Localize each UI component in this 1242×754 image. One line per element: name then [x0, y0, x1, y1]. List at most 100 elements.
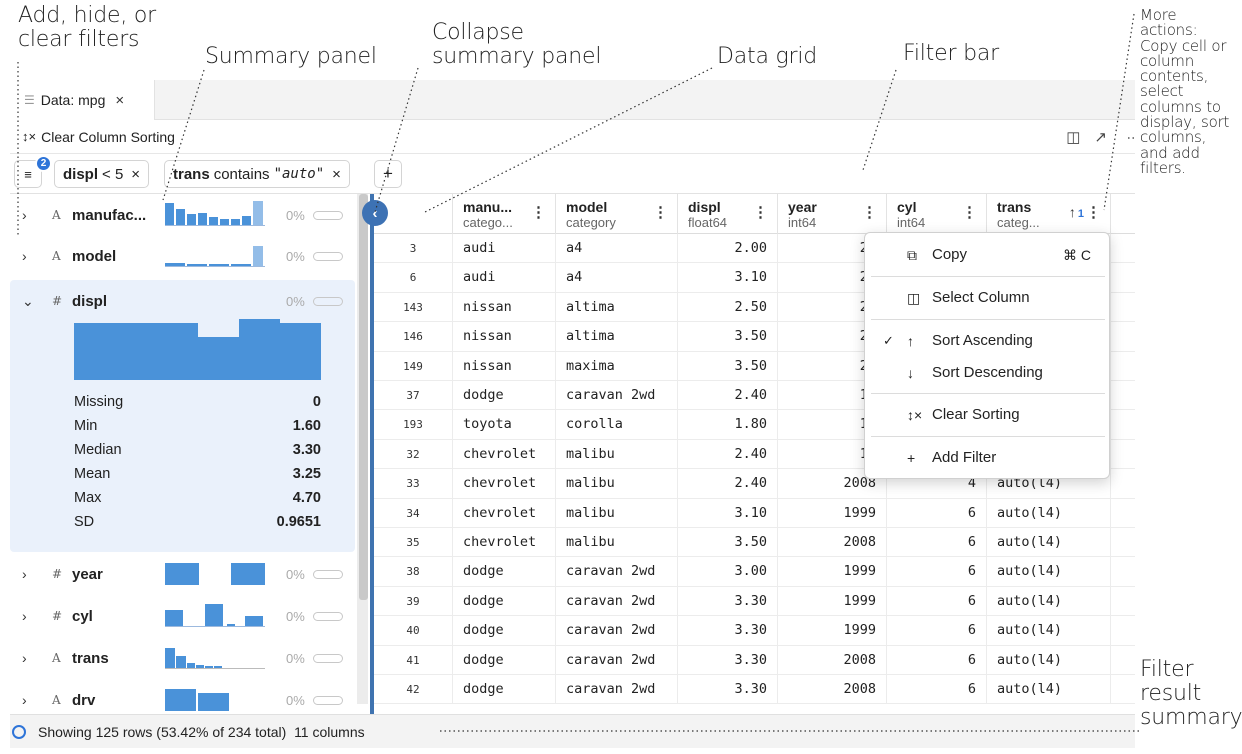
cell-displ[interactable]: 2.00 [678, 234, 778, 263]
cell-manufacturer[interactable]: dodge [453, 557, 556, 587]
cell-displ[interactable]: 3.10 [678, 498, 778, 528]
tab-data-mpg[interactable]: ☰ Data: mpg × [10, 80, 155, 120]
cell-year[interactable]: 2008 [778, 528, 887, 557]
column-menu-icon[interactable]: ⋮ [753, 203, 768, 221]
summary-scrollbar-thumb[interactable] [359, 194, 368, 600]
chevron-right-icon[interactable]: › [22, 692, 27, 708]
column-header-year[interactable]: year int64 ⋮ [778, 194, 887, 234]
cell-manufacturer[interactable]: dodge [453, 381, 556, 410]
cell-manufacturer[interactable]: chevrolet [453, 498, 556, 528]
cell-manufacturer[interactable]: audi [453, 234, 556, 263]
chevron-right-icon[interactable]: › [22, 566, 27, 582]
row-number[interactable]: 42 [374, 675, 453, 704]
collapse-summary-button[interactable]: ‹ [362, 200, 388, 226]
cell-cyl[interactable]: 6 [887, 528, 987, 557]
filter-chip-displ[interactable]: displ < 5 × [54, 160, 150, 188]
chevron-right-icon[interactable]: › [22, 650, 27, 666]
menu-item-select-column[interactable]: ◫ Select Column [865, 283, 1109, 313]
cell-model[interactable]: altima [556, 322, 678, 352]
cell-displ[interactable]: 3.30 [678, 675, 778, 704]
close-icon[interactable]: × [115, 92, 124, 109]
cell-model[interactable]: a4 [556, 234, 678, 263]
row-number[interactable]: 143 [374, 292, 453, 322]
cell-displ[interactable]: 1.80 [678, 410, 778, 440]
chevron-right-icon[interactable]: › [22, 608, 27, 624]
cell-displ[interactable]: 2.40 [678, 381, 778, 410]
cell-manufacturer[interactable]: chevrolet [453, 439, 556, 469]
row-number[interactable]: 41 [374, 645, 453, 675]
cell-model[interactable]: altima [556, 292, 678, 322]
summary-row-cyl[interactable]: › # cyl 0% [10, 597, 355, 638]
summary-row-model[interactable]: › A model 0% [10, 237, 355, 278]
column-menu-icon[interactable]: ⋮ [1086, 203, 1101, 221]
column-menu-icon[interactable]: ⋮ [653, 203, 668, 221]
table-row[interactable]: 35 chevrolet malibu 3.50 2008 6 auto(l4) [374, 528, 1135, 558]
filter-menu-button[interactable]: ≡ 2 [14, 155, 52, 188]
row-number[interactable]: 33 [374, 469, 453, 499]
cell-trans[interactable]: auto(l4) [987, 557, 1111, 587]
summary-row-trans[interactable]: › A trans 0% [10, 639, 355, 680]
cell-displ[interactable]: 3.00 [678, 557, 778, 587]
cell-year[interactable]: 1999 [778, 557, 887, 587]
cell-manufacturer[interactable]: chevrolet [453, 528, 556, 557]
cell-manufacturer[interactable]: nissan [453, 292, 556, 322]
cell-manufacturer[interactable]: dodge [453, 645, 556, 675]
row-number[interactable]: 38 [374, 557, 453, 587]
column-header-cyl[interactable]: cyl int64 ⋮ [887, 194, 987, 234]
column-header-trans[interactable]: trans categ... ↑ 1 ⋮ [987, 194, 1111, 234]
cell-model[interactable]: malibu [556, 498, 678, 528]
column-menu-icon[interactable]: ⋮ [531, 203, 546, 221]
column-menu-icon[interactable]: ⋮ [962, 203, 977, 221]
cell-model[interactable]: malibu [556, 469, 678, 499]
cell-manufacturer[interactable]: nissan [453, 351, 556, 381]
cell-model[interactable]: maxima [556, 351, 678, 381]
cell-displ[interactable]: 2.50 [678, 292, 778, 322]
cell-cyl[interactable]: 6 [887, 557, 987, 587]
cell-model[interactable]: malibu [556, 439, 678, 469]
clear-column-sorting-button[interactable]: ↕× Clear Column Sorting [22, 129, 175, 145]
table-row[interactable]: 38 dodge caravan 2wd 3.00 1999 6 auto(l4) [374, 557, 1135, 587]
cell-displ[interactable]: 2.40 [678, 469, 778, 499]
row-number[interactable]: 37 [374, 381, 453, 410]
column-menu-icon[interactable]: ⋮ [862, 203, 877, 221]
column-header-displ[interactable]: displ float64 ⋮ [678, 194, 778, 234]
summary-row-manufacturer[interactable]: › A manufac... 0% [10, 196, 355, 237]
row-number[interactable]: 39 [374, 586, 453, 616]
cell-model[interactable]: caravan 2wd [556, 616, 678, 646]
cell-manufacturer[interactable]: audi [453, 263, 556, 293]
cell-model[interactable]: caravan 2wd [556, 675, 678, 704]
column-header-model[interactable]: model category ⋮ [556, 194, 678, 234]
menu-item-add-filter[interactable]: + Add Filter [865, 443, 1109, 473]
table-row[interactable]: 40 dodge caravan 2wd 3.30 1999 6 auto(l4) [374, 616, 1135, 646]
menu-item-clear-sorting[interactable]: ↕× Clear Sorting [865, 400, 1109, 430]
row-number[interactable]: 146 [374, 322, 453, 352]
row-number[interactable]: 34 [374, 498, 453, 528]
cell-manufacturer[interactable]: dodge [453, 586, 556, 616]
table-row[interactable]: 41 dodge caravan 2wd 3.30 2008 6 auto(l4) [374, 645, 1135, 675]
cell-manufacturer[interactable]: chevrolet [453, 469, 556, 499]
remove-filter-icon[interactable]: × [131, 166, 140, 183]
cell-manufacturer[interactable]: nissan [453, 322, 556, 352]
cell-trans[interactable]: auto(l4) [987, 645, 1111, 675]
cell-trans[interactable]: auto(l4) [987, 528, 1111, 557]
popout-icon[interactable]: ↗ [1094, 128, 1107, 146]
cell-year[interactable]: 1999 [778, 586, 887, 616]
cell-trans[interactable]: auto(l4) [987, 675, 1111, 704]
chevron-down-icon[interactable]: ⌄ [22, 293, 34, 310]
cell-displ[interactable]: 3.50 [678, 351, 778, 381]
row-number[interactable]: 193 [374, 410, 453, 440]
cell-displ[interactable]: 3.50 [678, 322, 778, 352]
column-header-manufacturer[interactable]: manu... catego... ⋮ [453, 194, 556, 234]
cell-displ[interactable]: 3.10 [678, 263, 778, 293]
cell-manufacturer[interactable]: toyota [453, 410, 556, 440]
row-number[interactable]: 6 [374, 263, 453, 293]
cell-model[interactable]: caravan 2wd [556, 381, 678, 410]
cell-model[interactable]: caravan 2wd [556, 586, 678, 616]
cell-model[interactable]: caravan 2wd [556, 557, 678, 587]
row-number[interactable]: 149 [374, 351, 453, 381]
row-number[interactable]: 3 [374, 234, 453, 263]
cell-displ[interactable]: 2.40 [678, 439, 778, 469]
cell-model[interactable]: malibu [556, 528, 678, 557]
cell-cyl[interactable]: 6 [887, 586, 987, 616]
cell-manufacturer[interactable]: dodge [453, 675, 556, 704]
